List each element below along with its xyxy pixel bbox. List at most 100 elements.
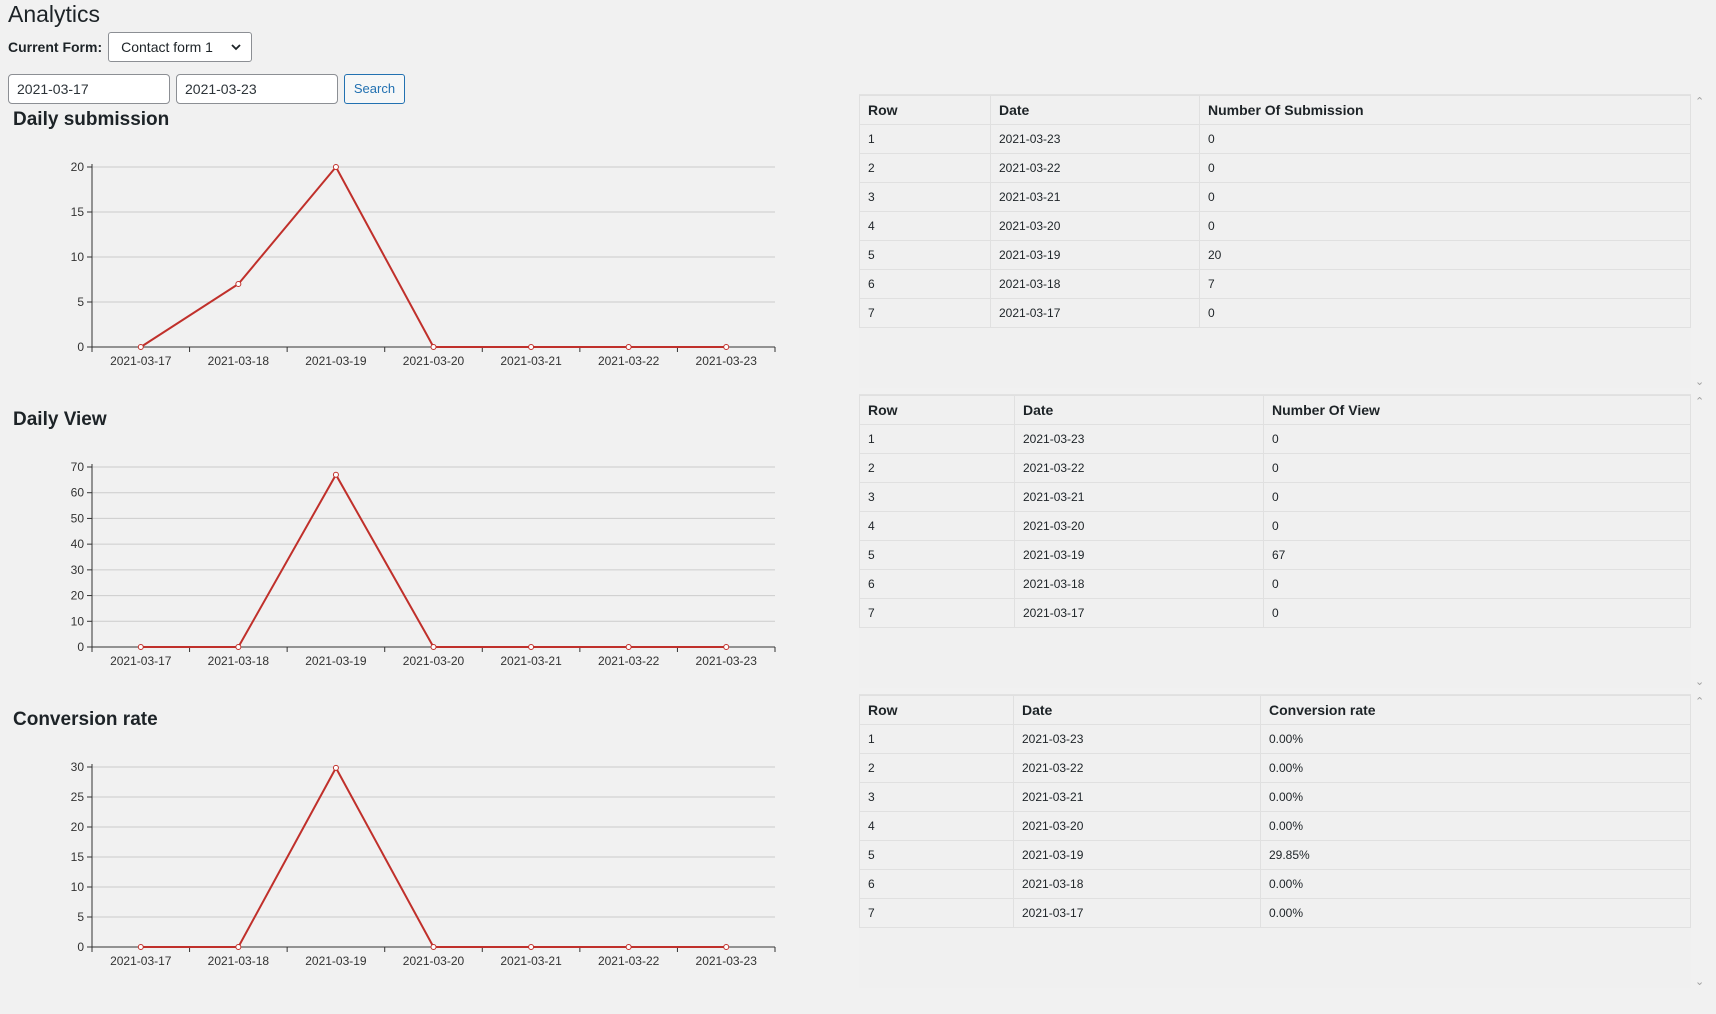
table-row: 5 2021-03-19 67 (859, 540, 1691, 570)
x-tick-label: 2021-03-22 (598, 654, 660, 668)
date-from-input[interactable] (8, 73, 170, 104)
x-tick-label: 2021-03-21 (500, 954, 562, 968)
data-point (723, 644, 730, 650)
date-cell: 2021-03-17 (1014, 598, 1264, 628)
value-cell: 0.00% (1260, 724, 1691, 754)
row-number-cell: 3 (859, 782, 1014, 812)
date-range-row: Search (8, 73, 405, 104)
row-number-cell: 1 (859, 124, 991, 154)
value-cell: 0 (1199, 298, 1691, 328)
y-tick-label: 50 (71, 511, 85, 525)
row-number-cell: 2 (859, 153, 991, 183)
row-number-cell: 1 (859, 424, 1015, 454)
column-header-value: Number Of View (1263, 395, 1691, 425)
column-header-row: Row (859, 95, 991, 125)
x-tick-label: 2021-03-21 (500, 354, 562, 368)
value-cell: 0.00% (1260, 898, 1691, 928)
table-scrollbar[interactable]: ⌃ ⌄ (1691, 394, 1709, 694)
table-row: 1 2021-03-23 0.00% (859, 724, 1691, 754)
row-number-cell: 5 (859, 240, 991, 270)
y-tick-label: 10 (71, 250, 85, 264)
form-selector-row: Current Form: Contact form 1 (8, 31, 253, 63)
date-cell: 2021-03-18 (1014, 569, 1264, 599)
table-row: 2 2021-03-22 0 (859, 453, 1691, 483)
x-tick-label: 2021-03-17 (110, 954, 172, 968)
y-tick-label: 0 (77, 340, 84, 354)
y-tick-label: 70 (71, 460, 85, 474)
row-number-cell: 2 (859, 753, 1014, 783)
date-cell: 2021-03-20 (1014, 511, 1264, 541)
table-scrollbar[interactable]: ⌃ ⌄ (1691, 94, 1709, 394)
date-cell: 2021-03-23 (1014, 424, 1264, 454)
data-point (723, 344, 730, 350)
table-row: 3 2021-03-21 0 (859, 182, 1691, 212)
daily-view-chart: 0 10 20 30 40 50 60 70 2021-03-17 2021-03-18 2021-… (71, 460, 776, 668)
value-cell: 0 (1263, 511, 1691, 541)
y-tick-label: 10 (71, 614, 85, 628)
conversion-rate-table: Row Date Conversion rate 1 2021-03-23 0.00… (859, 695, 1691, 928)
data-point (137, 944, 144, 950)
table-scrollbar[interactable]: ⌃ ⌄ (1691, 694, 1709, 994)
daily-submission-table-panel: Row Date Number Of Submission 1 2021-03-2… (859, 94, 1691, 388)
date-to-input[interactable] (176, 73, 338, 104)
data-point (528, 344, 535, 350)
search-button[interactable]: Search (344, 73, 405, 104)
row-number-cell: 2 (859, 453, 1015, 483)
row-number-cell: 7 (859, 598, 1015, 628)
date-cell: 2021-03-21 (1014, 482, 1264, 512)
scroll-down-icon[interactable]: ⌄ (1695, 376, 1704, 388)
table-row: 5 2021-03-19 29.85% (859, 840, 1691, 870)
value-cell: 0.00% (1260, 869, 1691, 899)
table-row: 4 2021-03-20 0.00% (859, 811, 1691, 841)
scroll-down-icon[interactable]: ⌄ (1695, 976, 1704, 988)
data-point (137, 644, 144, 650)
value-cell: 29.85% (1260, 840, 1691, 870)
table-row: 3 2021-03-21 0.00% (859, 782, 1691, 812)
table-row: 7 2021-03-17 0.00% (859, 898, 1691, 928)
data-point (137, 344, 144, 350)
date-cell: 2021-03-19 (990, 240, 1200, 270)
row-number-cell: 6 (859, 869, 1014, 899)
x-tick-label: 2021-03-23 (696, 354, 758, 368)
row-number-cell: 3 (859, 182, 991, 212)
data-point (528, 644, 535, 650)
value-cell: 0.00% (1260, 782, 1691, 812)
data-point (235, 281, 242, 287)
scroll-down-icon[interactable]: ⌄ (1695, 676, 1704, 688)
y-tick-label: 10 (71, 880, 85, 894)
daily-submission-chart: 0 5 10 15 20 2021-03-17 2021-03-18 2021-03-19 20… (71, 160, 776, 368)
table-header-row: Row Date Number Of View (859, 395, 1691, 425)
date-cell: 2021-03-21 (990, 182, 1200, 212)
value-cell: 7 (1199, 269, 1691, 299)
x-tick-label: 2021-03-22 (598, 354, 660, 368)
scroll-up-icon[interactable]: ⌃ (1695, 396, 1704, 408)
value-cell: 20 (1199, 240, 1691, 270)
column-header-date: Date (990, 95, 1200, 125)
table-header-row: Row Date Conversion rate (859, 695, 1691, 725)
data-point (625, 944, 632, 950)
data-point (430, 344, 437, 350)
section-daily-view: Daily View 0 10 20 30 40 50 60 70 2021-03-17 2021… (0, 394, 1716, 708)
date-cell: 2021-03-17 (1013, 898, 1261, 928)
table-row: 1 2021-03-23 0 (859, 124, 1691, 154)
scroll-up-icon[interactable]: ⌃ (1695, 96, 1704, 108)
data-point (332, 764, 339, 771)
table-row: 3 2021-03-21 0 (859, 482, 1691, 512)
table-row: 4 2021-03-20 0 (859, 511, 1691, 541)
value-cell: 0 (1199, 124, 1691, 154)
x-tick-label: 2021-03-18 (208, 654, 270, 668)
data-point (235, 644, 242, 650)
current-form-select[interactable]: Contact form 1 (108, 32, 253, 62)
x-tick-label: 2021-03-19 (305, 354, 367, 368)
data-point (430, 944, 437, 950)
date-cell: 2021-03-22 (1013, 753, 1261, 783)
x-tick-label: 2021-03-23 (696, 954, 758, 968)
x-tick-label: 2021-03-20 (403, 654, 465, 668)
row-number-cell: 1 (859, 724, 1014, 754)
value-cell: 0 (1263, 598, 1691, 628)
data-point (625, 344, 632, 350)
page-title: Analytics (8, 1, 101, 27)
date-cell: 2021-03-18 (1013, 869, 1261, 899)
scroll-up-icon[interactable]: ⌃ (1695, 696, 1704, 708)
value-cell: 0 (1263, 424, 1691, 454)
